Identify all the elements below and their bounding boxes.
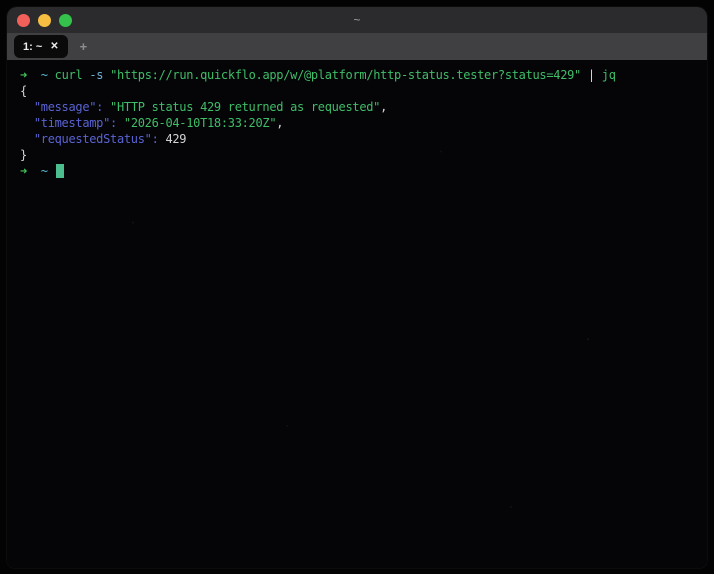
- tab-active[interactable]: 1: ~ ✕: [14, 35, 68, 58]
- zoom-window-button[interactable]: [59, 13, 72, 27]
- terminal-text-segment: |: [580, 68, 602, 82]
- terminal-line: "message": "HTTP status 429 returned as …: [20, 99, 697, 115]
- terminal-line: ➜ ~: [20, 163, 697, 179]
- terminal-text-segment: curl: [54, 68, 83, 82]
- tab-bar: 1: ~ ✕ +: [7, 33, 707, 60]
- terminal-text-segment: "requestedStatus":: [33, 132, 159, 146]
- terminal-line: {: [20, 83, 697, 99]
- terminal-window: ~ 1: ~ ✕ + ➜ ~ curl -s "https://run.quic…: [7, 7, 707, 568]
- terminal-text-segment: "2026-04-10T18:33:20Z": [123, 116, 277, 130]
- close-window-button[interactable]: [17, 13, 30, 27]
- terminal-line: ➜ ~ curl -s "https://run.quickflo.app/w/…: [20, 67, 697, 83]
- terminal-text-segment: ➜: [20, 68, 27, 82]
- new-tab-button[interactable]: +: [80, 40, 88, 53]
- terminal-line: "requestedStatus": 429: [20, 131, 697, 147]
- tab-close-icon[interactable]: ✕: [50, 41, 58, 52]
- terminal-text-segment: -s: [89, 68, 104, 82]
- terminal-text-segment: "timestamp":: [33, 116, 117, 130]
- terminal-text-segment: ,: [380, 100, 388, 114]
- terminal-line: }: [20, 147, 697, 163]
- terminal-text-segment: {: [20, 84, 27, 98]
- terminal-text-segment: ,: [276, 116, 284, 130]
- terminal-text-segment: 429: [158, 132, 187, 146]
- traffic-lights: [17, 13, 72, 27]
- tab-label: 1: ~: [23, 40, 43, 53]
- terminal-text-segment: ➜: [20, 164, 27, 178]
- terminal-screen[interactable]: ➜ ~ curl -s "https://run.quickflo.app/w/…: [7, 60, 707, 568]
- terminal-text-segment: ~: [40, 68, 48, 82]
- window-title: ~: [353, 13, 361, 27]
- terminal-text-segment: jq: [601, 68, 616, 82]
- minimize-window-button[interactable]: [38, 13, 51, 27]
- terminal-text-segment: "message":: [33, 100, 104, 114]
- terminal-text-segment: }: [20, 148, 27, 162]
- terminal-cursor: [55, 164, 64, 178]
- terminal-text-segment: "https://run.quickflo.app/w/@platform/ht…: [110, 68, 581, 82]
- titlebar[interactable]: ~: [7, 7, 707, 33]
- terminal-text-segment: ~: [40, 164, 48, 178]
- terminal-text-segment: "HTTP status 429 returned as requested": [110, 100, 381, 114]
- terminal-line: "timestamp": "2026-04-10T18:33:20Z",: [20, 115, 697, 131]
